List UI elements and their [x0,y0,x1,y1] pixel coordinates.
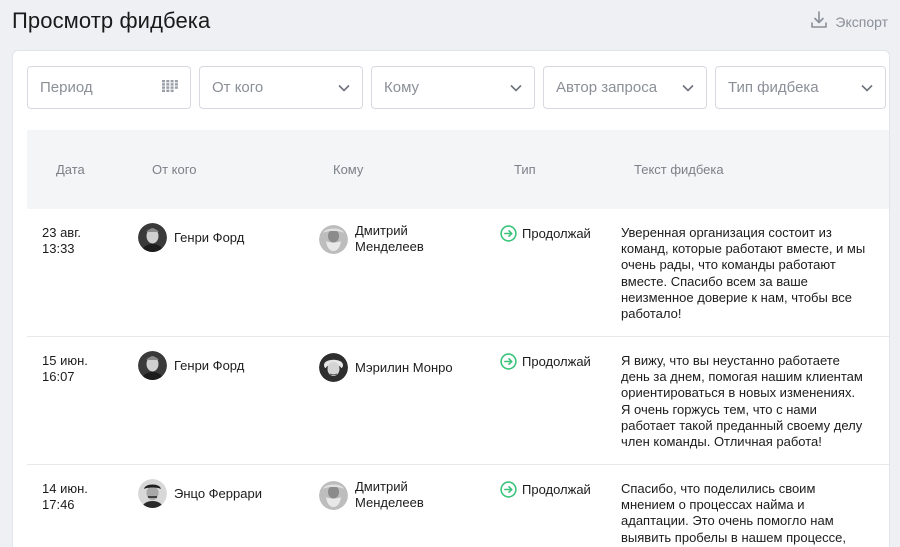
author-filter-label: Автор запроса [556,79,658,96]
page-title: Просмотр фидбека [12,8,211,33]
type-cell: Продолжай [500,225,591,242]
from-filter[interactable]: От кого [199,66,363,109]
to-filter-label: Кому [384,79,420,96]
type-filter[interactable]: Тип фидбека [715,66,886,109]
feedback-text: Уверенная организация состоит из команд,… [621,225,866,322]
recipient-name: Дмитрий Менделеев [355,223,424,255]
column-header-to[interactable]: Кому [333,130,363,209]
arrow-right-circle-icon [500,353,517,370]
arrow-right-circle-icon [500,225,517,242]
date-cell: 15 июн. 16:07 [42,353,112,385]
date-time: 13:33 [42,241,75,256]
type-label: Продолжай [522,481,591,497]
table-header: Дата От кого Кому Тип Текст фидбека [27,130,889,209]
calendar-grid-icon [162,79,178,96]
column-header-text[interactable]: Текст фидбека [634,130,724,209]
date-cell: 23 авг. 13:33 [42,225,112,257]
date-day: 15 июн. [42,353,88,368]
date-day: 23 авг. [42,225,81,240]
from-cell: Генри Форд [138,223,244,252]
avatar [138,223,167,252]
feedback-card: Период От кого Кому Автор запроса Тип фи… [12,50,890,547]
date-cell: 14 июн. 17:46 [42,481,112,513]
to-cell: Мэрилин Монро [319,353,453,382]
export-button[interactable]: Экспорт [809,10,888,33]
table-row[interactable]: 14 июн. 17:46 Энцо Феррари Дмитрий Менде… [27,465,889,547]
type-cell: Продолжай [500,353,591,370]
chevron-down-icon [510,79,522,96]
chevron-down-icon [861,79,873,96]
recipient-name-line1: Дмитрий [355,223,408,238]
recipient-name: Мэрилин Монро [355,359,453,375]
recipient-name: Дмитрий Менделеев [355,479,424,511]
to-filter[interactable]: Кому [371,66,535,109]
to-cell: Дмитрий Менделеев [319,223,424,255]
table-row[interactable]: 23 авг. 13:33 Генри Форд Дмитрий Менделе… [27,209,889,337]
avatar [138,479,167,508]
sender-name: Генри Форд [174,357,245,373]
column-header-from[interactable]: От кого [152,130,196,209]
recipient-name-line1: Дмитрий [355,479,408,494]
date-time: 16:07 [42,369,75,384]
chevron-down-icon [338,79,350,96]
date-time: 17:46 [42,497,75,512]
period-filter-label: Период [40,79,93,96]
author-filter[interactable]: Автор запроса [543,66,707,109]
avatar [319,480,348,510]
column-header-type[interactable]: Тип [514,130,536,209]
type-cell: Продолжай [500,481,591,498]
type-label: Продолжай [522,353,591,369]
avatar [319,224,348,254]
feedback-text: Спасибо, что поделились своим мнением о … [621,481,846,545]
table-row[interactable]: 15 июн. 16:07 Генри Форд Мэрилин Монро П… [27,337,889,465]
avatar [319,353,348,382]
date-day: 14 июн. [42,481,88,496]
filters-bar: Период От кого Кому Автор запроса Тип фи… [27,66,886,109]
from-filter-label: От кого [212,79,264,96]
recipient-name-line2: Менделеев [355,495,424,510]
to-cell: Дмитрий Менделеев [319,479,424,511]
from-cell: Энцо Феррари [138,479,262,508]
arrow-right-circle-icon [500,481,517,498]
download-icon [809,10,829,33]
sender-name: Энцо Феррари [174,485,262,501]
feedback-table: Дата От кого Кому Тип Текст фидбека 23 а… [27,130,889,547]
type-label: Продолжай [522,225,591,241]
feedback-text: Я вижу, что вы неустанно работаете день … [621,353,863,450]
recipient-name-line2: Менделеев [355,239,424,254]
period-filter[interactable]: Период [27,66,191,109]
chevron-down-icon [682,79,694,96]
sender-name: Генри Форд [174,229,245,245]
export-label: Экспорт [835,13,888,30]
avatar [138,351,167,380]
from-cell: Генри Форд [138,351,244,380]
type-filter-label: Тип фидбека [728,79,819,96]
column-header-date[interactable]: Дата [56,130,85,209]
